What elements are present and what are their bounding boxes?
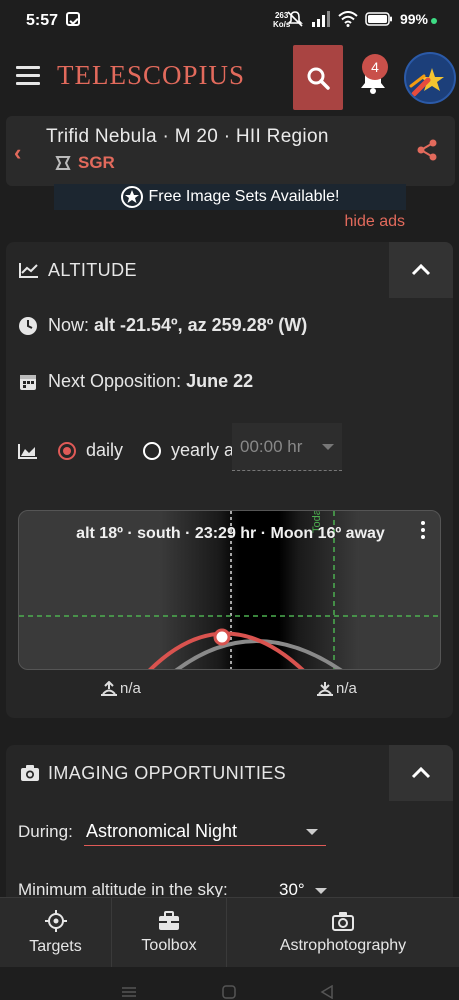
set-label: n/a [336, 680, 357, 697]
imaging-title: IMAGING OPPORTUNITIES [48, 762, 287, 783]
star-badge-icon [120, 186, 143, 208]
time-select[interactable]: 00:00 hr [232, 423, 342, 471]
altitude-chart[interactable]: Today alt 18º · south · 23:29 hr · Moon … [18, 510, 441, 670]
during-label: During: [18, 822, 73, 841]
sunset-icon [317, 681, 333, 696]
system-nav-bar [0, 967, 459, 1000]
chart-caption: alt 18º · south · 23:29 hr · Moon 16º aw… [76, 525, 385, 542]
chevron-up-icon [411, 263, 431, 276]
battery-percent: 99% [399, 11, 428, 27]
share-icon [417, 139, 437, 161]
chevron-down-icon[interactable] [315, 888, 327, 894]
tab-astrophotography-label: Astrophotography [279, 937, 407, 954]
daily-radio[interactable] [58, 441, 76, 460]
constellation-icon [55, 156, 71, 170]
bottom-tab-bar: Targets Toolbox Astrophotography [0, 897, 459, 968]
chevron-down-icon [306, 829, 318, 835]
altitude-collapse-button[interactable] [389, 242, 453, 298]
hide-ads-link[interactable]: hide ads [345, 213, 406, 231]
notification-badge: 4 [362, 54, 388, 80]
altitude-title: ALTITUDE [48, 259, 137, 280]
opposition-value: June 22 [186, 371, 254, 391]
object-bar: ‹ Trifid Nebula · M 20 · HII Region SGR [6, 116, 455, 186]
rise-time: n/a [100, 680, 141, 697]
sunrise-icon [101, 680, 117, 696]
chevron-up-icon [411, 766, 431, 779]
crosshair-icon [44, 910, 67, 932]
area-chart-icon [18, 443, 37, 459]
back-chevron-icon[interactable]: ‹ [14, 140, 21, 166]
tab-astrophotography[interactable]: Astrophotography [227, 898, 459, 968]
daily-label[interactable]: daily [86, 440, 123, 461]
wifi-icon [338, 11, 358, 27]
mute-icon [287, 11, 303, 27]
chevron-down-icon [322, 444, 334, 450]
comet-avatar-icon [409, 68, 444, 97]
object-title: Trifid Nebula · M 20 · HII Region [46, 126, 329, 147]
ad-banner[interactable]: Free Image Sets Available! [54, 184, 406, 210]
set-time: n/a [316, 680, 357, 697]
constellation-label: SGR [78, 153, 115, 172]
app-logo[interactable]: TELESCOPIUS [57, 60, 245, 91]
imaging-collapse-button[interactable] [389, 745, 453, 801]
chart-line-icon [19, 263, 38, 278]
camera-icon [332, 912, 354, 931]
battery-icon [365, 12, 392, 26]
now-row: Now: alt -21.54º, az 259.28º (W) [18, 315, 307, 336]
tab-toolbox-label: Toolbox [141, 937, 197, 954]
yearly-label[interactable]: yearly at [171, 440, 239, 461]
clock-icon [19, 316, 37, 335]
tab-targets[interactable]: Targets [0, 898, 112, 968]
recents-icon[interactable] [122, 986, 136, 998]
during-select-value: Astronomical Night [86, 821, 238, 841]
current-position-marker [213, 628, 231, 646]
more-vert-icon[interactable] [416, 517, 432, 545]
charging-dot [431, 18, 437, 24]
app-header: TELESCOPIUS 4 [0, 44, 459, 112]
tab-targets-label: Targets [29, 938, 82, 955]
constellation-link[interactable]: SGR [54, 153, 115, 173]
signal-icon [311, 11, 330, 27]
during-select[interactable]: Astronomical Night [84, 818, 326, 846]
status-bar: 5:57 263 Ko/s 99% [0, 0, 459, 44]
tab-toolbox[interactable]: Toolbox [112, 898, 227, 968]
share-button[interactable] [415, 138, 439, 167]
opposition-row: Next Opposition: June 22 [18, 371, 253, 392]
now-label: Now: [48, 315, 90, 335]
toolbox-icon [159, 911, 179, 930]
notification-status-icon [66, 12, 80, 26]
camera-icon [21, 765, 39, 781]
search-icon [307, 67, 330, 90]
home-icon[interactable] [222, 985, 236, 999]
time-select-value: 00:00 hr [240, 437, 303, 456]
altitude-header: ALTITUDE [6, 242, 453, 298]
rise-label: n/a [120, 680, 141, 697]
status-time: 5:57 [26, 12, 59, 29]
back-icon[interactable] [320, 985, 334, 999]
status-icons: 99% [286, 10, 437, 28]
menu-icon[interactable] [16, 66, 40, 86]
search-button[interactable] [293, 45, 343, 110]
imaging-header: IMAGING OPPORTUNITIES [6, 745, 453, 801]
ad-text: Free Image Sets Available! [148, 188, 340, 205]
yearly-radio[interactable] [143, 441, 162, 460]
avatar[interactable] [404, 52, 456, 104]
now-value: alt -21.54º, az 259.28º (W) [94, 315, 308, 335]
calendar-icon [20, 374, 36, 390]
mode-row: daily yearly at [18, 440, 239, 461]
opposition-label: Next Opposition: [48, 371, 182, 391]
